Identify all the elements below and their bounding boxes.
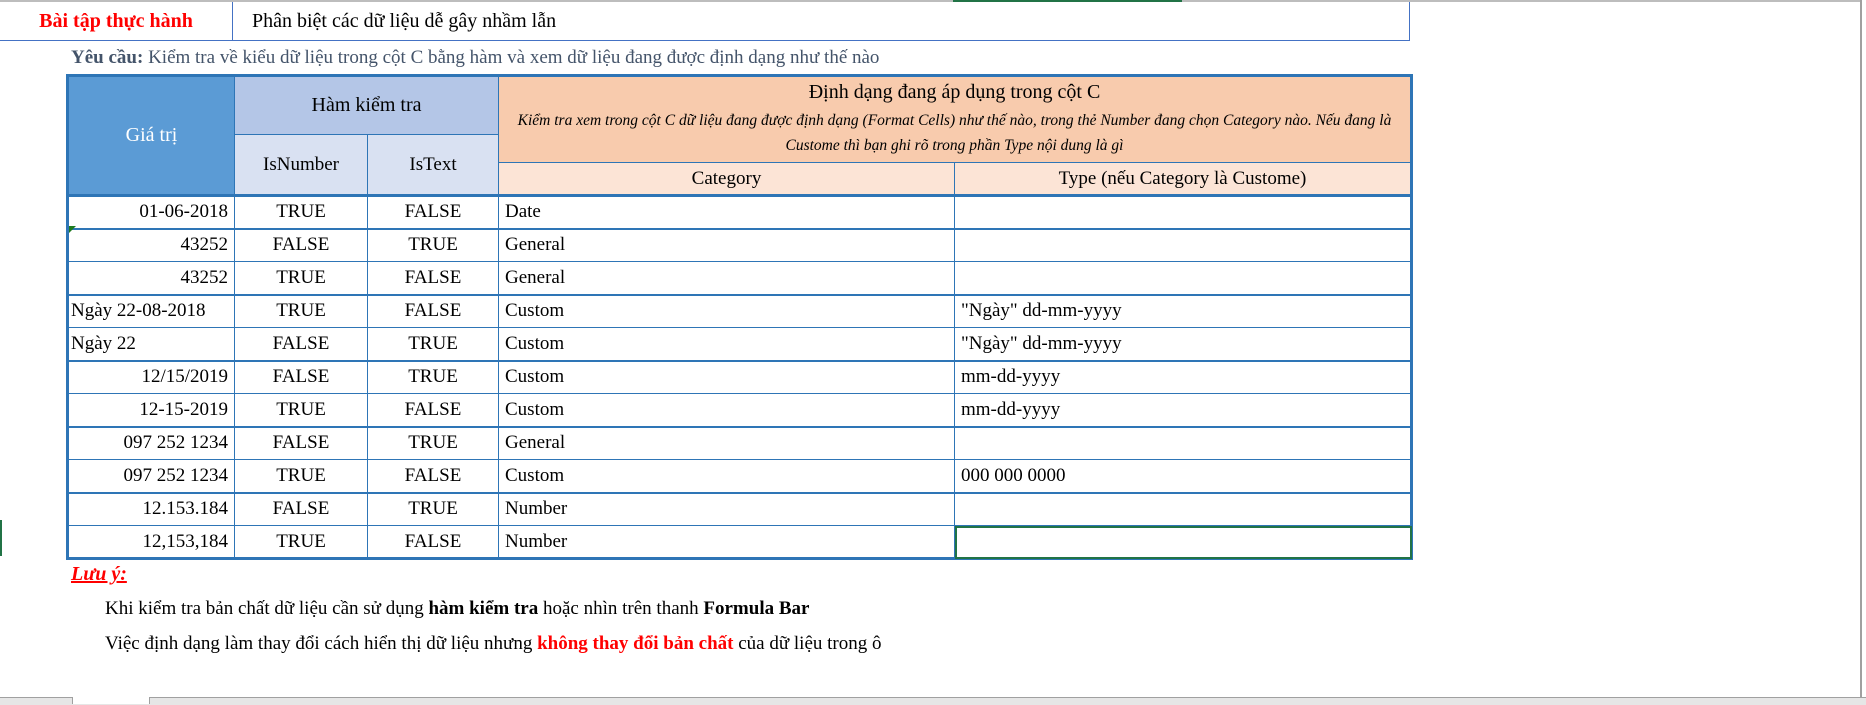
sheet-right-edge	[1860, 0, 1862, 697]
cell-isnumber[interactable]: TRUE	[234, 525, 368, 560]
cell-value[interactable]: 12,153,184	[67, 525, 235, 560]
cell-istext[interactable]: TRUE	[367, 492, 499, 526]
table-row: 12,153,184 TRUE FALSE Number	[67, 525, 1412, 560]
cell-isnumber[interactable]: FALSE	[234, 327, 368, 362]
cell-value[interactable]: 097 252 1234	[67, 459, 235, 494]
cell-istext[interactable]: FALSE	[367, 294, 499, 328]
cell-isnumber[interactable]: TRUE	[234, 393, 368, 428]
cell-category[interactable]: Number	[498, 492, 955, 526]
header-format-title: Định dạng đang áp dụng trong cột C	[808, 81, 1101, 103]
table-row: Ngày 22 FALSE TRUE Custom "Ngày" dd-mm-yyyy	[67, 327, 1412, 362]
cell-type[interactable]: mm-dd-yyyy	[954, 393, 1412, 428]
table-row: 097 252 1234 TRUE FALSE Custom 000 000 0000	[67, 459, 1412, 494]
header-check-functions[interactable]: Hàm kiểm tra	[234, 75, 499, 135]
cell-istext[interactable]: FALSE	[367, 459, 499, 494]
cell-istext[interactable]: FALSE	[367, 261, 499, 296]
cell-istext[interactable]: FALSE	[367, 195, 499, 230]
cell-isnumber[interactable]: FALSE	[234, 228, 368, 262]
requirement-text[interactable]: Yêu cầu: Kiểm tra về kiểu dữ liệu trong …	[71, 47, 879, 69]
cell-category[interactable]: Custom	[498, 294, 955, 328]
cell-type[interactable]: mm-dd-yyyy	[954, 360, 1412, 394]
note-bold: Formula Bar	[703, 598, 810, 619]
cell-value[interactable]: Ngày 22	[67, 327, 235, 362]
table-row: 097 252 1234 FALSE TRUE General	[67, 426, 1412, 460]
table-row: 12-15-2019 TRUE FALSE Custom mm-dd-yyyy	[67, 393, 1412, 428]
cell-category[interactable]: General	[498, 261, 955, 296]
cell-type[interactable]	[954, 525, 1412, 560]
cell-istext[interactable]: FALSE	[367, 393, 499, 428]
header-value[interactable]: Giá trị	[67, 75, 235, 197]
cell-value[interactable]: 097 252 1234	[67, 426, 235, 460]
note-line-2[interactable]: Việc định dạng làm thay đổi cách hiển th…	[105, 633, 882, 655]
table-row: 01-06-2018 TRUE FALSE Date	[67, 195, 1412, 230]
table-row: 12/15/2019 FALSE TRUE Custom mm-dd-yyyy	[67, 360, 1412, 394]
note-line-1[interactable]: Khi kiểm tra bản chất dữ liệu cần sử dụn…	[105, 598, 809, 620]
header-type[interactable]: Type (nếu Category là Custome)	[954, 162, 1412, 197]
title-text-cell[interactable]: Phân biệt các dữ liệu dễ gây nhầm lẫn	[252, 2, 556, 40]
note-text: hoặc nhìn trên thanh	[538, 598, 704, 619]
header-istext[interactable]: IsText	[367, 134, 499, 197]
header-format[interactable]: Định dạng đang áp dụng trong cột C Kiểm …	[498, 75, 1412, 163]
cell-value[interactable]: 43252	[67, 261, 235, 296]
cell-type[interactable]	[954, 492, 1412, 526]
cell-type[interactable]	[954, 228, 1412, 262]
note-highlight: không thay đổi bản chất	[537, 633, 734, 654]
cell-value[interactable]: 12-15-2019	[67, 393, 235, 428]
cell-type[interactable]	[954, 261, 1412, 296]
cell-istext[interactable]: TRUE	[367, 360, 499, 394]
cell-istext[interactable]: TRUE	[367, 228, 499, 262]
requirement-label: Yêu cầu:	[71, 47, 144, 68]
cell-category[interactable]: General	[498, 228, 955, 262]
cell-category[interactable]: Custom	[498, 393, 955, 428]
cell-istext[interactable]: TRUE	[367, 327, 499, 362]
cell-type[interactable]: "Ngày" dd-mm-yyyy	[954, 327, 1412, 362]
cell-isnumber[interactable]: TRUE	[234, 195, 368, 230]
requirement-body: Kiểm tra về kiểu dữ liệu trong cột C bằn…	[143, 47, 880, 68]
note-text: Khi kiểm tra bản chất dữ liệu cần sử dụn…	[105, 598, 429, 619]
cell-category[interactable]: Date	[498, 195, 955, 230]
header-category[interactable]: Category	[498, 162, 955, 197]
cell-category[interactable]: Custom	[498, 459, 955, 494]
header-format-description: Kiểm tra xem trong cột C dữ liệu đang đư…	[517, 112, 1392, 154]
cell-category[interactable]: Custom	[498, 327, 955, 362]
cell-type[interactable]	[954, 195, 1412, 230]
cell-type[interactable]: 000 000 0000	[954, 459, 1412, 494]
note-text: Việc định dạng làm thay đổi cách hiển th…	[105, 633, 538, 654]
cell-istext[interactable]: FALSE	[367, 525, 499, 560]
cell-value[interactable]: 12.153.184	[67, 492, 235, 526]
header-isnumber[interactable]: IsNumber	[234, 134, 368, 197]
cell-isnumber[interactable]: FALSE	[234, 426, 368, 460]
table-row: 43252 FALSE TRUE General	[67, 228, 1412, 262]
cell-type[interactable]: "Ngày" dd-mm-yyyy	[954, 294, 1412, 328]
cell-category[interactable]: General	[498, 426, 955, 460]
cell-category[interactable]: Number	[498, 525, 955, 560]
table-row: Ngày 22-08-2018 TRUE FALSE Custom "Ngày" dd-…	[67, 294, 1412, 328]
data-table: Giá trị Hàm kiểm tra Định dạng đang áp d…	[66, 74, 1413, 560]
cell-value[interactable]: 43252	[67, 228, 235, 262]
table-row: 12.153.184 FALSE TRUE Number	[67, 492, 1412, 526]
cell-type[interactable]	[954, 426, 1412, 460]
cell-value[interactable]: Ngày 22-08-2018	[67, 294, 235, 328]
cell-category[interactable]: Custom	[498, 360, 955, 394]
cell-isnumber[interactable]: FALSE	[234, 492, 368, 526]
cell-value[interactable]: 01-06-2018	[67, 195, 235, 230]
row-selection-indicator	[0, 520, 2, 556]
table-row: 43252 TRUE FALSE General	[67, 261, 1412, 296]
title-label-cell[interactable]: Bài tập thực hành	[0, 2, 233, 40]
note-text: của dữ liệu trong ô	[733, 633, 882, 654]
error-indicator-icon[interactable]	[69, 226, 76, 233]
cell-isnumber[interactable]: FALSE	[234, 360, 368, 394]
cell-isnumber[interactable]: TRUE	[234, 459, 368, 494]
cell-value[interactable]: 12/15/2019	[67, 360, 235, 394]
note-heading[interactable]: Lưu ý:	[71, 563, 127, 586]
sheet-tab-active[interactable]	[72, 697, 150, 704]
note-bold: hàm kiểm tra	[428, 598, 539, 619]
cell-istext[interactable]: TRUE	[367, 426, 499, 460]
cell-isnumber[interactable]: TRUE	[234, 261, 368, 296]
cell-isnumber[interactable]: TRUE	[234, 294, 368, 328]
